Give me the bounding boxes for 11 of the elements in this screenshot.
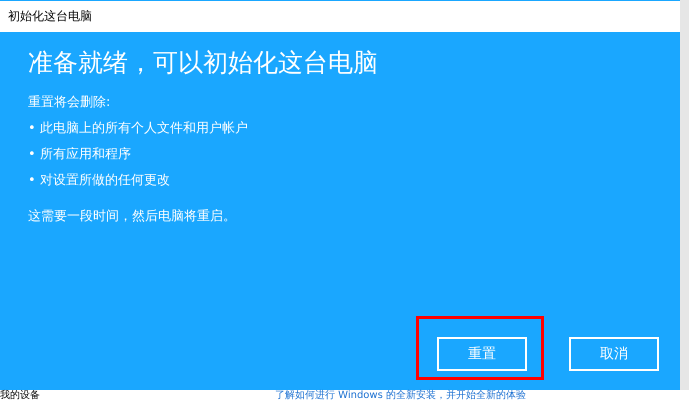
window-title: 初始化这台电脑	[8, 8, 92, 25]
bullet-item: • 对设置所做的任何更改	[28, 172, 171, 189]
background-link[interactable]: 了解如何进行 Windows 的全新安装，并开始全新的体验	[275, 390, 526, 401]
intro-text: 重置将会删除:	[28, 94, 112, 111]
dialog-button[interactable]: 重置	[437, 337, 527, 371]
background-text: 我的设备	[0, 390, 41, 401]
bullet-item: • 此电脑上的所有个人文件和用户帐户	[28, 120, 249, 137]
dialog-heading: 准备就绪，可以初始化这台电脑	[28, 47, 379, 79]
bullet-item: • 所有应用和程序	[28, 146, 132, 163]
note-text: 这需要一段时间，然后电脑将重启。	[28, 208, 237, 225]
dialog-button[interactable]: 取消	[569, 337, 659, 371]
